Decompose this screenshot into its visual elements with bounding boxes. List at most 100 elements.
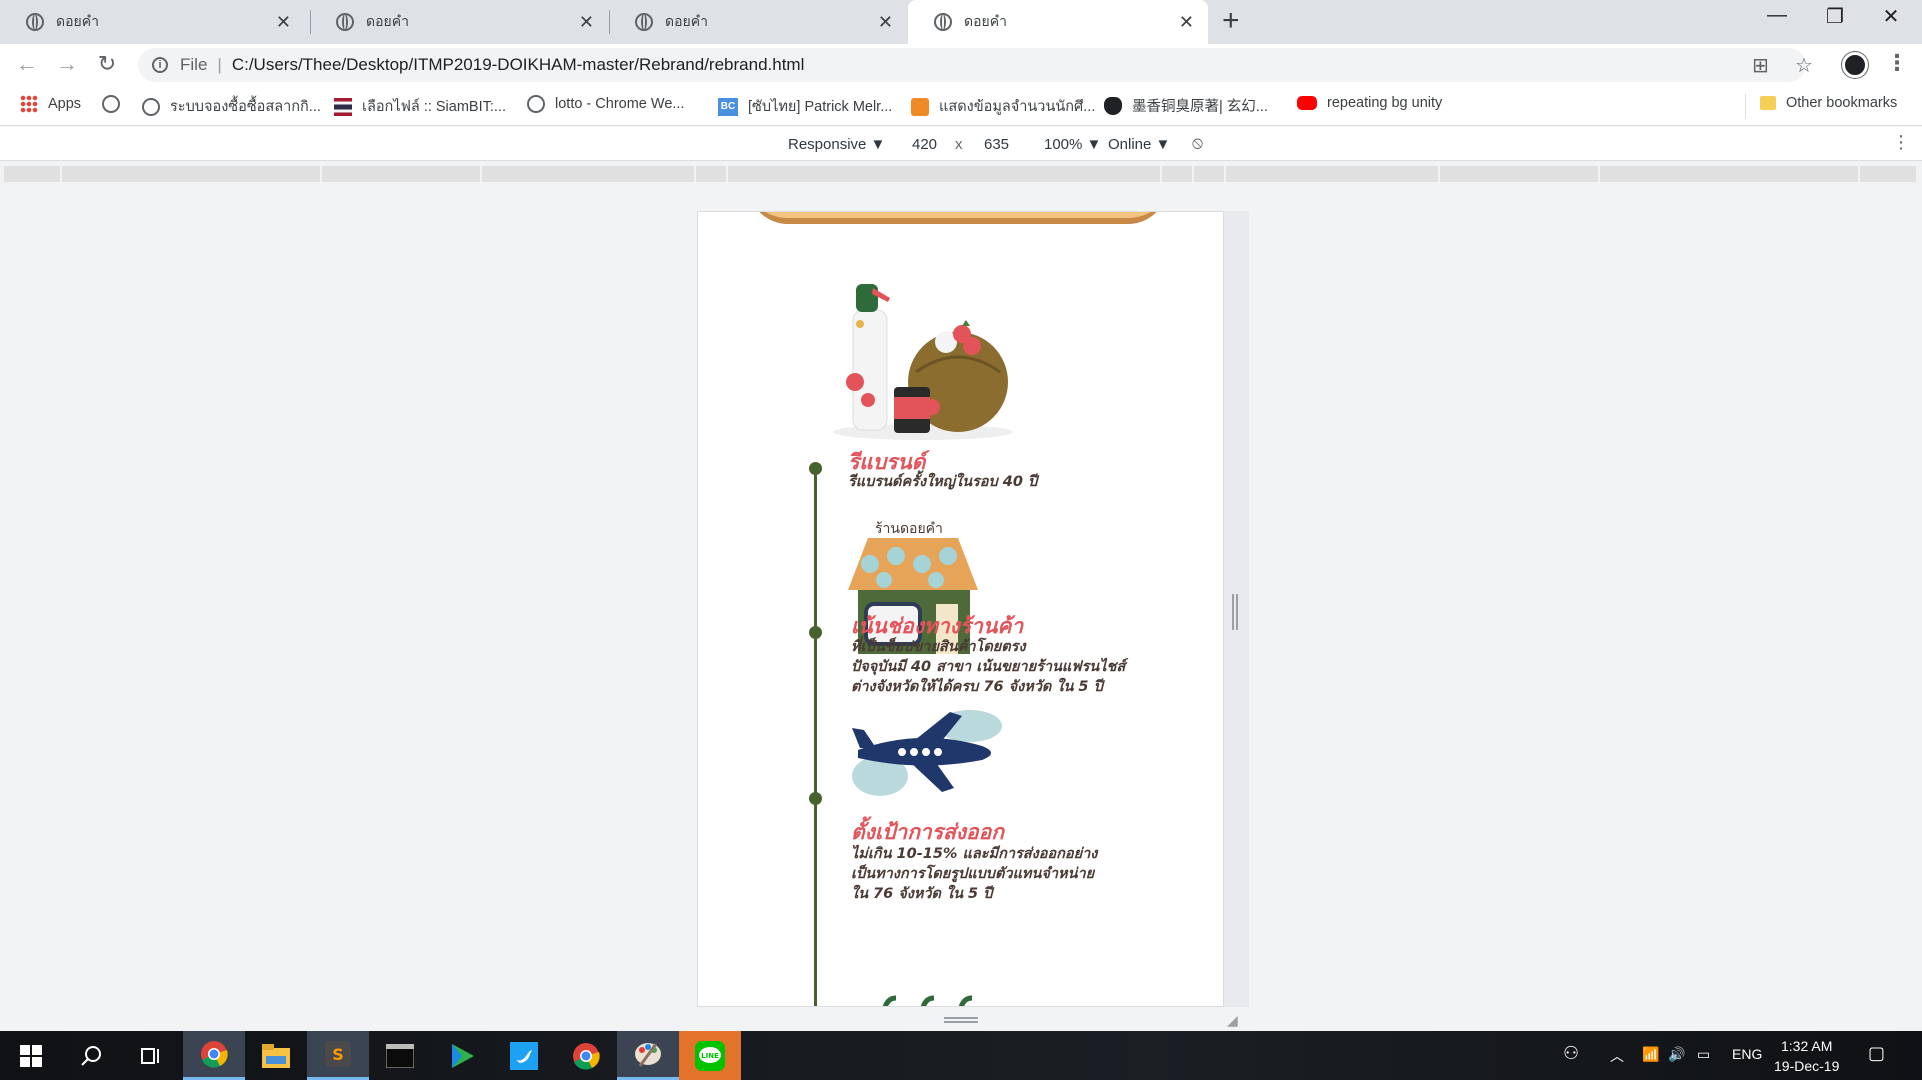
width-input[interactable]: 420 bbox=[912, 136, 937, 153]
forward-button[interactable]: → bbox=[52, 51, 82, 77]
volume-icon[interactable]: 🔊 bbox=[1668, 1046, 1685, 1063]
bookmark-item[interactable]: ระบบจองซื้อซื้อสลากกิ... bbox=[142, 95, 321, 118]
language-indicator[interactable]: ENG bbox=[1732, 1046, 1762, 1062]
media-query-segment[interactable] bbox=[728, 166, 1162, 182]
more-options-icon[interactable]: ⋮ bbox=[1892, 132, 1910, 153]
translate-icon[interactable]: ⊞ bbox=[1752, 53, 1769, 78]
media-query-segment[interactable] bbox=[1600, 166, 1860, 182]
sublime-icon[interactable]: S bbox=[307, 1031, 369, 1080]
dimension-separator: x bbox=[955, 136, 963, 153]
chrome-menu-icon[interactable]: ⋮ bbox=[1886, 50, 1908, 76]
browser-tab[interactable]: ดอยคำ ✕ bbox=[310, 0, 608, 44]
device-select[interactable]: Responsive ▼ bbox=[788, 136, 885, 153]
airplane-illustration bbox=[852, 710, 1002, 796]
throttle-select[interactable]: Online ▼ bbox=[1108, 136, 1170, 153]
bookmark-item[interactable] bbox=[102, 95, 130, 113]
twitter-icon[interactable] bbox=[493, 1031, 555, 1080]
media-query-segment[interactable] bbox=[1194, 166, 1226, 182]
device-screen[interactable]: รีแบรนด์ รีแบรนด์ครั้งใหญ่ในรอบ 40 ปี ร้… bbox=[697, 211, 1224, 1007]
clock-date: 19-Dec-19 bbox=[1774, 1058, 1840, 1074]
wifi-icon[interactable]: 📶 bbox=[1642, 1046, 1659, 1063]
resize-handle-corner[interactable]: ◢ bbox=[1227, 1012, 1238, 1029]
globe-icon bbox=[102, 95, 120, 113]
height-input[interactable]: 635 bbox=[984, 136, 1009, 153]
media-query-segment[interactable] bbox=[1440, 166, 1600, 182]
media-query-segment[interactable] bbox=[322, 166, 482, 182]
close-window-button[interactable]: ✕ bbox=[1866, 4, 1916, 29]
windows-start-icon[interactable] bbox=[0, 1031, 62, 1080]
next-illustration-partial bbox=[882, 995, 973, 1006]
browser-tab[interactable]: ดอยคำ ✕ bbox=[609, 0, 907, 44]
globe-icon bbox=[26, 13, 44, 31]
scheme-label: File bbox=[180, 55, 208, 74]
bc-icon: BC bbox=[718, 97, 738, 116]
address-bar[interactable]: i File | C:/Users/Thee/Desktop/ITMP2019-… bbox=[138, 48, 1806, 82]
profile-avatar[interactable] bbox=[1842, 52, 1868, 78]
timeline-desc-line: รีแบรนด์ครั้งใหญ่ในรอบ 40 ปี bbox=[848, 474, 1038, 490]
globe-icon bbox=[142, 97, 160, 116]
media-query-segment[interactable] bbox=[1860, 166, 1918, 182]
minimize-button[interactable]: — bbox=[1752, 4, 1802, 27]
rotate-icon[interactable]: ⦸ bbox=[1192, 133, 1203, 153]
doikham-products-illustration bbox=[833, 284, 1013, 440]
media-query-segment[interactable] bbox=[4, 166, 62, 182]
globe-icon bbox=[527, 95, 545, 113]
people-icon[interactable]: ⚇ bbox=[1563, 1043, 1579, 1064]
media-query-segment[interactable] bbox=[1226, 166, 1440, 182]
timeline-desc-line: ปัจจุบันมี 40 สาขา เน้นขยายร้านแฟรนไชส์ bbox=[851, 659, 1126, 675]
resize-handle-right[interactable] bbox=[1232, 594, 1238, 630]
info-icon[interactable]: i bbox=[152, 57, 168, 73]
media-player-icon[interactable] bbox=[431, 1031, 493, 1080]
restore-button[interactable]: ❐ bbox=[1810, 4, 1860, 29]
svg-text:LINE: LINE bbox=[701, 1052, 719, 1060]
search-icon[interactable] bbox=[60, 1031, 122, 1080]
timeline-desc-line: ใน 76 จังหวัด ใน 5 ปี bbox=[851, 886, 993, 902]
system-clock[interactable]: 1:32 AM 19-Dec-19 bbox=[1774, 1036, 1839, 1076]
file-explorer-icon[interactable] bbox=[245, 1031, 307, 1080]
bookmark-label: repeating bg unity bbox=[1327, 95, 1443, 111]
bookmark-item[interactable]: lotto - Chrome We... bbox=[527, 95, 684, 113]
resize-handle-bottom[interactable] bbox=[944, 1017, 978, 1023]
svg-text:S: S bbox=[332, 1045, 344, 1064]
close-icon[interactable]: ✕ bbox=[276, 11, 291, 33]
bookmark-item[interactable]: เลือกไฟล์ :: SiamBIT:... bbox=[334, 95, 506, 118]
close-icon[interactable]: ✕ bbox=[878, 11, 893, 33]
bookmark-item[interactable]: แสดงข้อมูลจำนวนนักศึ... bbox=[911, 95, 1095, 118]
line-icon[interactable]: LINE bbox=[679, 1031, 741, 1080]
media-query-segment[interactable] bbox=[696, 166, 728, 182]
bookmark-item[interactable]: 墨香铜臭原著| 玄幻... bbox=[1104, 95, 1268, 116]
windows-taskbar: S LINE ⚇ ︿ 📶 🔊 ▭ ENG 1:32 AM 19-Dec-19 ▢ bbox=[0, 1031, 1922, 1080]
browser-toolbar: ← → ↻ i File | C:/Users/Thee/Desktop/ITM… bbox=[0, 44, 1922, 86]
timeline-desc-line: ต่างจังหวัดให้ได้ครบ 76 จังหวัด ใน 5 ปี bbox=[851, 679, 1103, 695]
url-text[interactable]: C:/Users/Thee/Desktop/ITMP2019-DOIKHAM-m… bbox=[232, 55, 805, 75]
reload-button[interactable]: ↻ bbox=[92, 51, 122, 77]
terminal-icon[interactable] bbox=[369, 1031, 431, 1080]
close-icon[interactable]: ✕ bbox=[579, 11, 594, 33]
battery-icon[interactable]: ▭ bbox=[1697, 1046, 1710, 1063]
bookmark-label: [ซับไทย] Patrick Melr... bbox=[748, 99, 893, 115]
browser-tab-active[interactable]: ดอยคำ ✕ bbox=[908, 0, 1208, 44]
new-tab-button[interactable]: + bbox=[1222, 6, 1240, 36]
tab-title: ดอยคำ bbox=[366, 13, 409, 29]
back-button[interactable]: ← bbox=[12, 51, 42, 77]
task-view-icon[interactable] bbox=[120, 1031, 182, 1080]
tab-title: ดอยคำ bbox=[964, 13, 1007, 29]
zoom-select[interactable]: 100% ▼ bbox=[1044, 136, 1101, 153]
chrome-icon[interactable] bbox=[183, 1031, 245, 1080]
bookmark-item[interactable]: repeating bg unity bbox=[1297, 95, 1442, 111]
media-query-segment[interactable] bbox=[62, 166, 322, 182]
paint-icon[interactable] bbox=[617, 1031, 679, 1080]
chrome-icon[interactable] bbox=[555, 1031, 617, 1080]
media-query-segment[interactable] bbox=[482, 166, 696, 182]
close-icon[interactable]: ✕ bbox=[1179, 11, 1194, 33]
bookmark-apps[interactable]: Apps bbox=[20, 95, 81, 113]
tab-title: ดอยคำ bbox=[665, 13, 708, 29]
notifications-icon[interactable]: ▢ bbox=[1868, 1043, 1885, 1064]
chevron-up-icon[interactable]: ︿ bbox=[1610, 1046, 1624, 1066]
media-query-segment[interactable] bbox=[1162, 166, 1194, 182]
other-bookmarks[interactable]: Other bookmarks bbox=[1760, 95, 1897, 111]
bookmark-star-icon[interactable]: ☆ bbox=[1795, 53, 1813, 78]
bookmark-item[interactable]: BC [ซับไทย] Patrick Melr... bbox=[718, 95, 892, 118]
globe-icon bbox=[336, 13, 354, 31]
browser-tab[interactable]: ดอยคำ ✕ bbox=[0, 0, 305, 44]
